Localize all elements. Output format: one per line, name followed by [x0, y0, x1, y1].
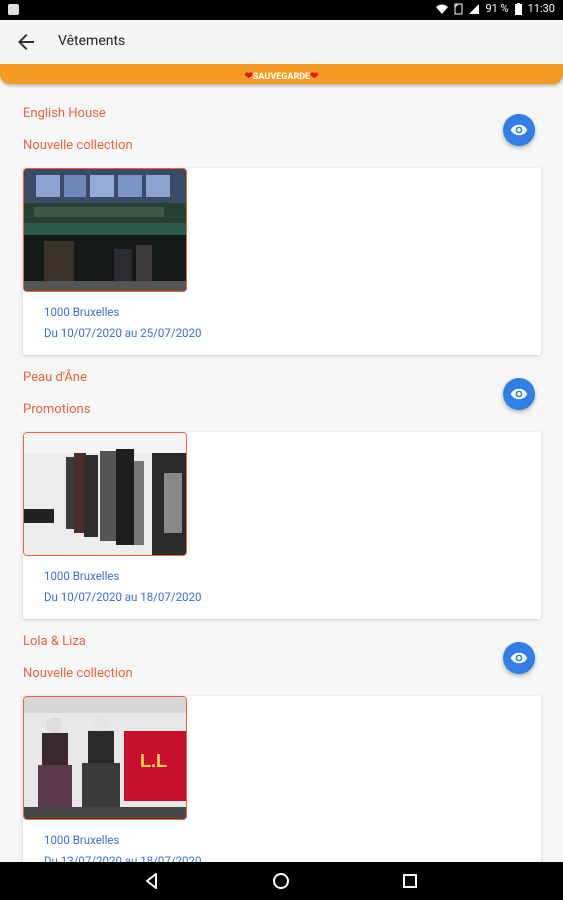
eye-icon	[510, 388, 528, 400]
view-button[interactable]	[503, 642, 535, 674]
store-location: 1000 Bruxelles	[44, 305, 120, 319]
system-nav-bar	[0, 862, 563, 900]
store-dates: Du 13/07/2020 au 18/07/2020	[44, 854, 202, 862]
wifi-icon	[436, 4, 449, 14]
battery-icon	[514, 2, 522, 15]
status-bar: 91 % 11:30	[0, 0, 563, 20]
view-button[interactable]	[503, 114, 535, 146]
svg-text:L.L: L.L	[140, 751, 167, 771]
store-dates: Du 10/07/2020 au 18/07/2020	[44, 590, 202, 604]
heart-icon: ❤	[244, 71, 253, 82]
clock: 11:30	[527, 2, 555, 15]
heart-icon: ❤	[310, 71, 319, 82]
eye-icon	[510, 124, 528, 136]
sim-icon	[454, 3, 463, 14]
store-name[interactable]: Peau d'Âne	[23, 370, 87, 385]
store-dates: Du 10/07/2020 au 25/07/2020	[44, 326, 202, 340]
triangle-back-icon[interactable]	[142, 871, 162, 891]
store-photo[interactable]	[23, 432, 187, 556]
save-banner[interactable]: ❤SAUVEGARDE❤	[0, 64, 563, 84]
store-entry: Lola & Liza Nouvelle collection L.L 1000…	[0, 614, 563, 862]
store-card[interactable]: 1000 Bruxelles Du 10/07/2020 au 18/07/20…	[23, 432, 541, 619]
square-recents-icon[interactable]	[400, 871, 420, 891]
store-photo[interactable]: L.L	[23, 696, 187, 820]
store-entry: Peau d'Âne Promotions 1000 Bruxelles Du …	[0, 350, 563, 619]
save-banner-label: ❤SAUVEGARDE❤	[244, 71, 319, 82]
store-card[interactable]: 1000 Bruxelles Du 10/07/2020 au 25/07/20…	[23, 168, 541, 355]
signal-icon	[469, 3, 480, 14]
store-name[interactable]: English House	[23, 106, 106, 121]
store-category: Nouvelle collection	[23, 138, 133, 153]
notification-icon	[8, 4, 19, 15]
store-photo[interactable]	[23, 168, 187, 292]
store-location: 1000 Bruxelles	[44, 833, 120, 847]
view-button[interactable]	[503, 378, 535, 410]
store-category: Promotions	[23, 402, 91, 417]
app-bar: Vêtements	[0, 20, 563, 64]
battery-percent: 91 %	[485, 2, 509, 15]
store-category: Nouvelle collection	[23, 666, 133, 681]
store-card[interactable]: L.L 1000 Bruxelles Du 13/07/2020 au 18/0…	[23, 696, 541, 862]
page-title: Vêtements	[58, 33, 126, 49]
store-location: 1000 Bruxelles	[44, 569, 120, 583]
status-right: 91 % 11:30	[436, 2, 555, 15]
store-entry: English House Nouvelle collection 1000 B…	[0, 86, 563, 355]
eye-icon	[510, 652, 528, 664]
arrow-left-icon[interactable]	[14, 30, 38, 54]
circle-home-icon[interactable]	[271, 871, 291, 891]
store-name[interactable]: Lola & Liza	[23, 634, 86, 649]
store-list[interactable]: English House Nouvelle collection 1000 B…	[0, 86, 563, 862]
